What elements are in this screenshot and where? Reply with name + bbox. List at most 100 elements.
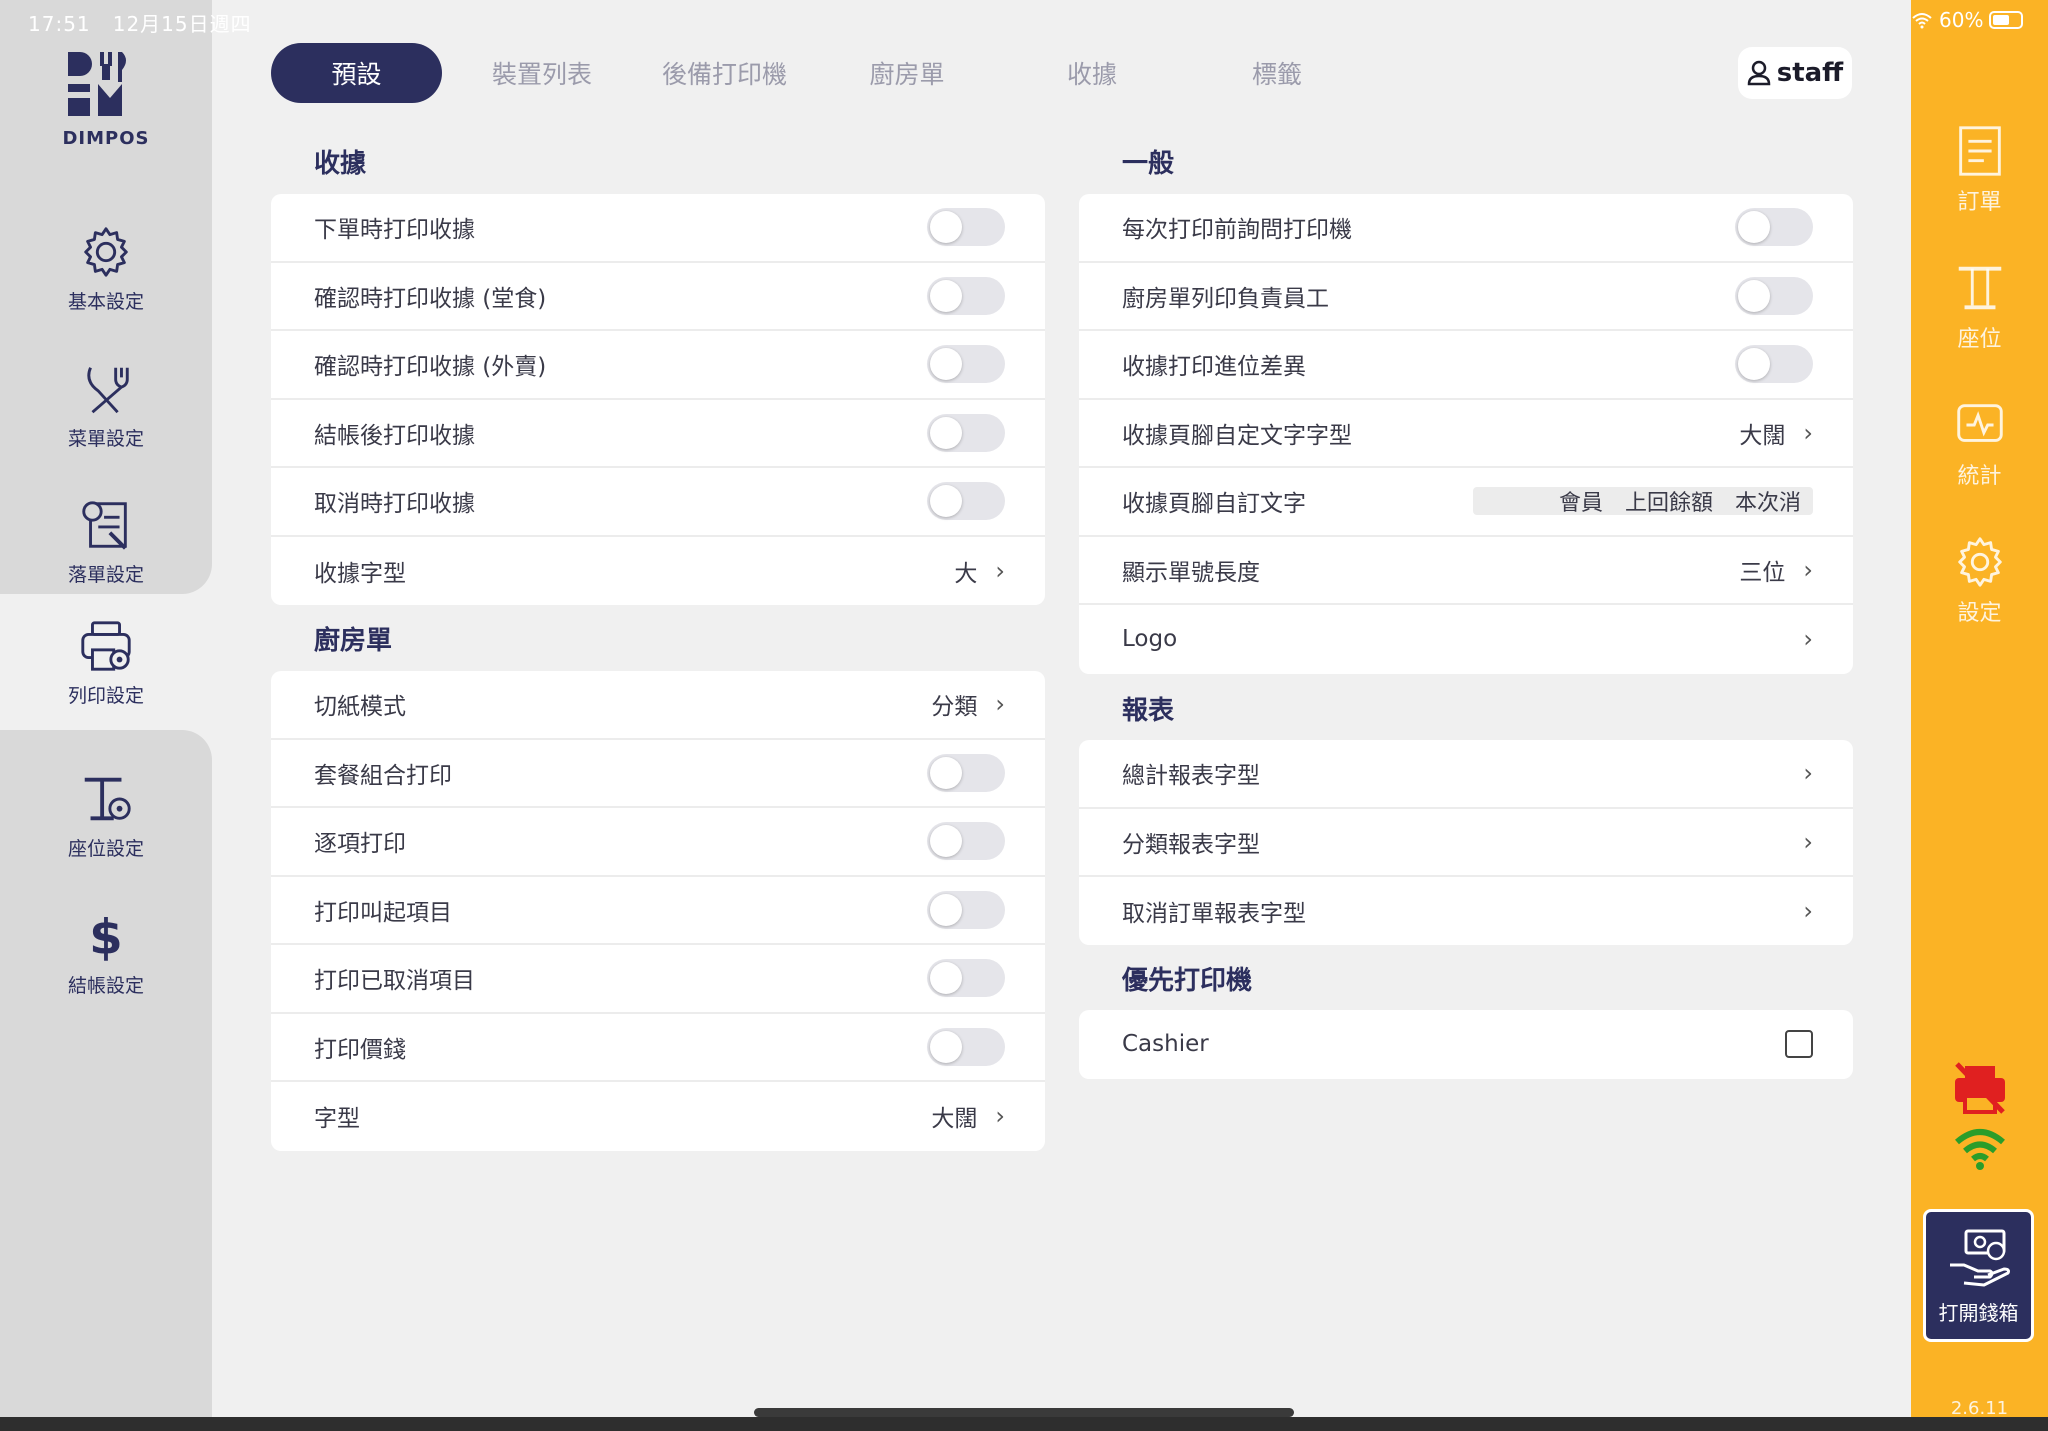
nav-order-settings[interactable]: 落單設定	[0, 473, 212, 609]
row-label: 逐項打印	[314, 831, 406, 858]
toggle-switch[interactable]	[927, 413, 1005, 452]
select-row[interactable]: 取消訂單報表字型 ›	[1079, 877, 1853, 945]
row-value: 三位	[1739, 559, 1786, 586]
user-button[interactable]: staff	[1738, 47, 1852, 99]
toggle-switch[interactable]	[927, 1027, 1005, 1066]
table-settings-icon	[84, 777, 131, 820]
row-label: 打印已取消項目	[314, 968, 475, 995]
nav-label: 結帳設定	[67, 974, 144, 997]
user-name: staff	[1776, 58, 1844, 88]
nav-label: 落單設定	[67, 563, 144, 586]
chevron-right-icon: ›	[995, 556, 1005, 585]
nav-checkout-settings[interactable]: $ 結帳設定	[0, 884, 212, 1020]
toggle-switch[interactable]	[927, 959, 1005, 998]
toggle-switch[interactable]	[927, 345, 1005, 384]
battery-icon	[1989, 11, 2024, 29]
svg-text:$: $	[89, 909, 123, 965]
right-nav-label: 設定	[1957, 601, 2002, 626]
right-nav-label: 統計	[1957, 464, 2002, 489]
kitchen-card: 切紙模式 分類 › 套餐組合打印 逐項打印 打印叫起項目 打印已取消項目 打印價錢 …	[271, 671, 1045, 1151]
setting-row: 確認時打印收據 (堂食)	[271, 263, 1045, 331]
row-label: 取消時打印收據	[314, 491, 475, 518]
select-row[interactable]: 收據頁腳自定文字字型 大闊 ›	[1079, 400, 1853, 468]
toggle-switch[interactable]	[1735, 276, 1813, 315]
right-nav-settings[interactable]: 設定	[1911, 515, 2048, 645]
row-label: 收據頁腳自訂文字	[1122, 491, 1306, 518]
dollar-icon: $	[89, 909, 123, 965]
row-label: 套餐組合打印	[314, 762, 452, 789]
open-cash-drawer-button[interactable]: 打開錢箱	[1923, 1209, 2034, 1342]
chevron-right-icon: ›	[1803, 625, 1813, 654]
row-label: 打印價錢	[314, 1036, 406, 1063]
nav-table-settings[interactable]: 座位設定	[0, 747, 212, 883]
toggle-switch[interactable]	[927, 276, 1005, 315]
row-value: 大	[954, 560, 978, 587]
row-label: 確認時打印收據 (外賣)	[314, 354, 547, 381]
tab-label[interactable]: 標籤	[1177, 43, 1377, 103]
chevron-right-icon: ›	[1803, 897, 1813, 926]
footer-text-field[interactable]: 會員 上回餘額 本次消	[1473, 487, 1813, 517]
section-title-reports: 報表	[1122, 696, 1175, 726]
nav-label: 座位設定	[67, 837, 144, 860]
right-sidebar: 60% 訂單 座位 統計 設定 打開錢箱 2.6.11	[1911, 0, 2048, 1419]
nav-print-settings[interactable]: 列印設定	[0, 594, 212, 730]
nav-label: 列印設定	[67, 684, 144, 707]
select-row[interactable]: 字型 大闊 ›	[271, 1082, 1045, 1151]
tab-backup-printer[interactable]: 後備打印機	[642, 43, 807, 103]
row-label: 顯示單號長度	[1122, 559, 1260, 586]
select-row[interactable]: 分類報表字型 ›	[1079, 809, 1853, 877]
setting-row: 結帳後打印收據	[271, 400, 1045, 468]
printer-settings-icon	[81, 620, 131, 671]
user-icon	[1747, 60, 1770, 86]
row-label: 切紙模式	[314, 694, 406, 721]
select-row[interactable]: Logo ›	[1079, 605, 1853, 674]
select-row[interactable]: 總計報表字型 ›	[1079, 740, 1853, 809]
toggle-switch[interactable]	[1735, 208, 1813, 247]
row-label: 收據打印進位差異	[1122, 354, 1306, 381]
home-indicator[interactable]	[754, 1408, 1294, 1417]
gear-icon	[84, 226, 128, 277]
nav-basic-settings[interactable]: 基本設定	[0, 200, 212, 336]
toggle-switch[interactable]	[927, 890, 1005, 929]
select-row[interactable]: 切紙模式 分類 ›	[271, 671, 1045, 740]
tab-kitchen-ticket[interactable]: 廚房單	[807, 43, 1007, 103]
section-title-priority-printer: 優先打印機	[1122, 966, 1253, 996]
select-row[interactable]: 顯示單號長度 三位 ›	[1079, 537, 1853, 605]
toggle-switch[interactable]	[1735, 345, 1813, 384]
receipt-card: 下單時打印收據 確認時打印收據 (堂食) 確認時打印收據 (外賣) 結帳後打印收…	[271, 194, 1045, 605]
brand-name: DIMPOS	[62, 128, 150, 149]
chevron-right-icon: ›	[1803, 418, 1813, 447]
tab-receipt[interactable]: 收據	[1007, 43, 1177, 103]
right-nav-orders[interactable]: 訂單	[1911, 104, 2048, 234]
printer-checkbox[interactable]	[1785, 1030, 1813, 1059]
priority-card: Cashier	[1079, 1010, 1853, 1079]
toggle-switch[interactable]	[927, 753, 1005, 792]
toggle-switch[interactable]	[927, 822, 1005, 861]
right-nav-label: 訂單	[1957, 190, 2002, 215]
toggle-switch[interactable]	[927, 208, 1005, 247]
settings-gear-icon	[1957, 537, 2002, 587]
footer-text-value: 本次消	[1734, 491, 1801, 517]
toggle-switch[interactable]	[927, 482, 1005, 521]
right-nav-tables[interactable]: 座位	[1911, 241, 2048, 371]
checkbox-row[interactable]: Cashier	[1079, 1010, 1853, 1079]
bottom-bar	[0, 1417, 2048, 1431]
chevron-right-icon: ›	[995, 690, 1005, 719]
select-row[interactable]: 收據字型 大 ›	[271, 537, 1045, 606]
section-title-receipt: 收據	[314, 149, 367, 179]
top-tabs: 預設 裝置列表 後備打印機 廚房單 收據 標籤	[271, 43, 1377, 103]
setting-row: 廚房單列印負責員工	[1079, 263, 1853, 331]
row-label: 分類報表字型	[1122, 831, 1260, 858]
reports-card: 總計報表字型 › 分類報表字型 › 取消訂單報表字型 ›	[1079, 740, 1853, 945]
nav-menu-settings[interactable]: 菜單設定	[0, 337, 212, 473]
chevron-right-icon: ›	[995, 1102, 1005, 1131]
battery-percent: 60%	[1939, 8, 1984, 32]
setting-row: 打印價錢	[271, 1014, 1045, 1082]
right-nav-stats[interactable]: 統計	[1911, 378, 2048, 508]
screen: 17:51 12月15日週四 DIMPOS 基本設定 菜單設定 落單設定 列印設…	[0, 0, 2048, 1431]
tab-default[interactable]: 預設	[271, 43, 442, 103]
cash-drawer-label: 打開錢箱	[1938, 1301, 2019, 1325]
wifi-icon	[1955, 1129, 2005, 1170]
tab-device-list[interactable]: 裝置列表	[442, 43, 642, 103]
cash-drawer-icon	[1949, 1229, 2010, 1287]
